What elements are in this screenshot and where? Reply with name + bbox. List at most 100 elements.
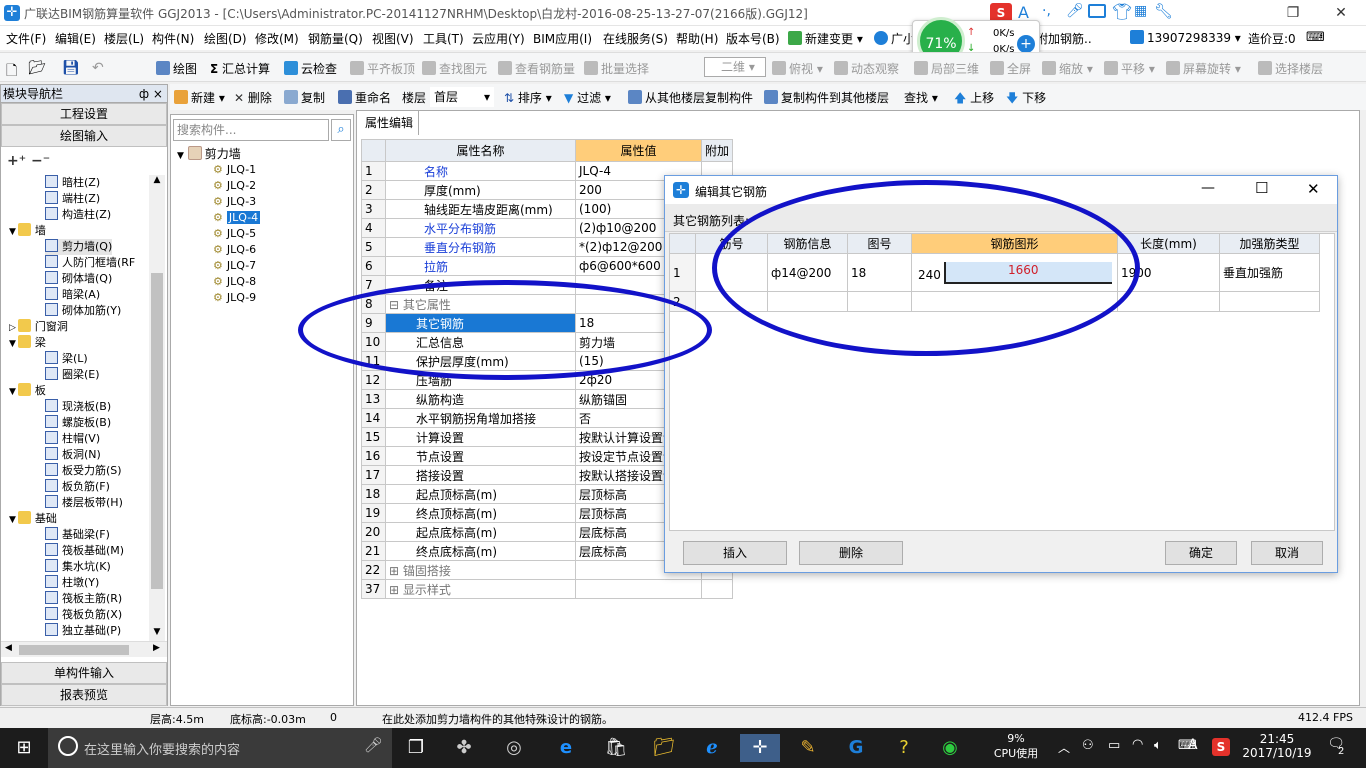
tree-item[interactable]: 独立基础(P): [45, 623, 121, 639]
expand-all-icon[interactable]: +⁺ −⁻: [7, 153, 50, 169]
notes-app-icon[interactable]: ✎: [788, 734, 828, 762]
component-item[interactable]: ⚙ JLQ-6: [213, 242, 256, 257]
property-name-cell[interactable]: 节点设置: [385, 446, 576, 466]
task-view-icon[interactable]: ❐: [396, 734, 436, 762]
tree-item[interactable]: 板受力筋(S): [45, 463, 122, 479]
volume-icon[interactable]: 🔈︎: [1154, 738, 1162, 753]
sort-button[interactable]: ⇅ 排序 ▾: [504, 89, 552, 106]
tree-item[interactable]: ▼ 板: [9, 383, 46, 399]
delete-component-button[interactable]: ✕ 删除: [234, 89, 272, 106]
people-icon[interactable]: ⚇: [1082, 738, 1094, 753]
report-preview-button[interactable]: 报表预览: [1, 684, 167, 706]
search-icon[interactable]: ⌕: [331, 119, 351, 141]
dialog-maximize-icon[interactable]: ☐: [1255, 179, 1268, 197]
collapse-icon[interactable]: ▼: [177, 151, 184, 161]
tree-item[interactable]: 端柱(Z): [45, 191, 100, 207]
property-row[interactable]: 37 ⊞ 显示样式: [361, 579, 734, 599]
add-rebar-hint[interactable]: 附加钢筋..: [1036, 30, 1092, 47]
ggj-app-icon[interactable]: ✛: [740, 734, 780, 762]
tab-property-edit[interactable]: 属性编辑: [357, 111, 419, 135]
guangxiao-button[interactable]: 广小: [874, 30, 915, 47]
component-item[interactable]: ⚙ JLQ-8: [213, 274, 256, 289]
property-name-cell[interactable]: 起点顶标高(m): [385, 484, 576, 504]
fan-app-icon[interactable]: ✤: [444, 734, 484, 762]
save-icon[interactable]: 💾︎: [62, 60, 80, 76]
draw-button[interactable]: 绘图: [156, 60, 197, 77]
view-rebar-button[interactable]: 查看钢筋量: [498, 60, 575, 77]
cpu-usage[interactable]: 9% CPU使用: [988, 732, 1044, 761]
tree-item[interactable]: 构造柱(Z): [45, 207, 111, 223]
property-name-cell[interactable]: 水平钢筋拐角增加搭接: [385, 408, 576, 428]
component-item[interactable]: ⚙ JLQ-7: [213, 258, 256, 273]
dialog-minimize-icon[interactable]: —: [1201, 180, 1215, 196]
property-name-cell[interactable]: 搭接设置: [385, 465, 576, 485]
component-item[interactable]: ⚙ JLQ-5: [213, 226, 256, 241]
select-floor-button[interactable]: 选择楼层: [1258, 60, 1323, 77]
sum-calc-button[interactable]: Σ 汇总计算: [210, 60, 270, 77]
property-name-cell[interactable]: 垂直分布钢筋: [385, 237, 576, 257]
scroll-thumb[interactable]: [151, 273, 163, 589]
wrench-icon[interactable]: 🔧︎: [1154, 2, 1173, 20]
restore-icon[interactable]: ❐: [1270, 0, 1316, 26]
fullscreen-button[interactable]: 全屏: [990, 60, 1031, 77]
rotate-button[interactable]: 屏幕旋转 ▾: [1166, 60, 1241, 77]
component-item[interactable]: ⚙ JLQ-1: [213, 162, 256, 177]
component-item[interactable]: ⚙ JLQ-2: [213, 178, 256, 193]
mic-icon[interactable]: 🎤︎: [1066, 3, 1084, 19]
top-view-button[interactable]: 俯视 ▾: [772, 60, 823, 77]
expand-icon[interactable]: ▷: [9, 323, 16, 333]
close-icon[interactable]: ✕: [1318, 0, 1364, 26]
sogou-tray-icon[interactable]: S: [1212, 738, 1230, 756]
tree-item[interactable]: 暗梁(A): [45, 287, 100, 303]
component-item[interactable]: ⚙ JLQ-3: [213, 194, 256, 209]
search-component-input[interactable]: 搜索构件...: [173, 119, 329, 141]
ok-button[interactable]: 确定: [1165, 541, 1237, 565]
punct-icon[interactable]: ·,: [1042, 3, 1051, 19]
tree-item[interactable]: 柱帽(V): [45, 431, 100, 447]
help-app-icon[interactable]: ?: [884, 734, 924, 762]
taskbar-search-box[interactable]: 在这里输入你要搜索的内容 🎤︎: [48, 728, 392, 768]
move-up-button[interactable]: 🡅 上移: [954, 89, 994, 110]
tree-item[interactable]: 砌体墙(Q): [45, 271, 112, 287]
tree-item[interactable]: 螺旋板(B): [45, 415, 111, 431]
new-component-button[interactable]: 新建 ▾: [174, 89, 225, 106]
menu-file[interactable]: 文件(F): [6, 30, 46, 47]
property-name-cell[interactable]: 终点底标高(m): [385, 541, 576, 561]
edge-icon[interactable]: e: [546, 734, 586, 762]
menu-cloud[interactable]: 云应用(Y): [472, 30, 525, 47]
property-extra-cell[interactable]: [700, 579, 734, 599]
clock[interactable]: 21:45 2017/10/19: [1240, 732, 1314, 760]
expand-icon[interactable]: ⊞: [389, 583, 403, 597]
tree-item[interactable]: 筏板基础(M): [45, 543, 124, 559]
empty-cell[interactable]: [1117, 291, 1220, 312]
project-settings-button[interactable]: 工程设置: [1, 103, 167, 125]
rename-button[interactable]: 重命名: [338, 89, 391, 106]
scroll-up-icon[interactable]: ▲: [149, 175, 165, 189]
pan-button[interactable]: 平移 ▾: [1104, 60, 1155, 77]
spiral-app-icon[interactable]: ◎: [494, 734, 534, 762]
menu-tools[interactable]: 工具(T): [423, 30, 464, 47]
menu-version[interactable]: 版本号(B): [726, 30, 780, 47]
property-name-cell[interactable]: 纵筋构造: [385, 389, 576, 409]
menu-floor[interactable]: 楼层(L): [104, 30, 144, 47]
tray-expand-icon[interactable]: ︿: [1058, 739, 1070, 756]
copy-component-button[interactable]: 复制: [284, 89, 325, 106]
menu-draw[interactable]: 绘图(D): [204, 30, 247, 47]
tree-item[interactable]: ▼ 墙: [9, 223, 46, 239]
property-name-cell[interactable]: 计算设置: [385, 427, 576, 447]
tree-item[interactable]: 梁(L): [45, 351, 88, 367]
tree-item[interactable]: 现浇板(B): [45, 399, 111, 415]
grid-icon[interactable]: ▦: [1134, 3, 1147, 19]
empty-cell[interactable]: [1219, 291, 1320, 312]
store-icon[interactable]: 🛍︎: [596, 734, 636, 762]
property-name-cell[interactable]: 名称: [385, 161, 576, 181]
menu-edit[interactable]: 编辑(E): [55, 30, 96, 47]
menu-rebar-qty[interactable]: 钢筋量(Q): [308, 30, 363, 47]
collapse-icon[interactable]: ▼: [9, 339, 16, 349]
ime-icon[interactable]: ⌨: [1306, 30, 1325, 45]
tree-item[interactable]: 砌体加筋(Y): [45, 303, 121, 319]
find-element-button[interactable]: 查找图元: [422, 60, 487, 77]
wifi-icon[interactable]: ◠: [1132, 737, 1143, 752]
guanglianda-g-icon[interactable]: G: [836, 734, 876, 762]
ie-icon[interactable]: ℯ: [692, 734, 732, 762]
